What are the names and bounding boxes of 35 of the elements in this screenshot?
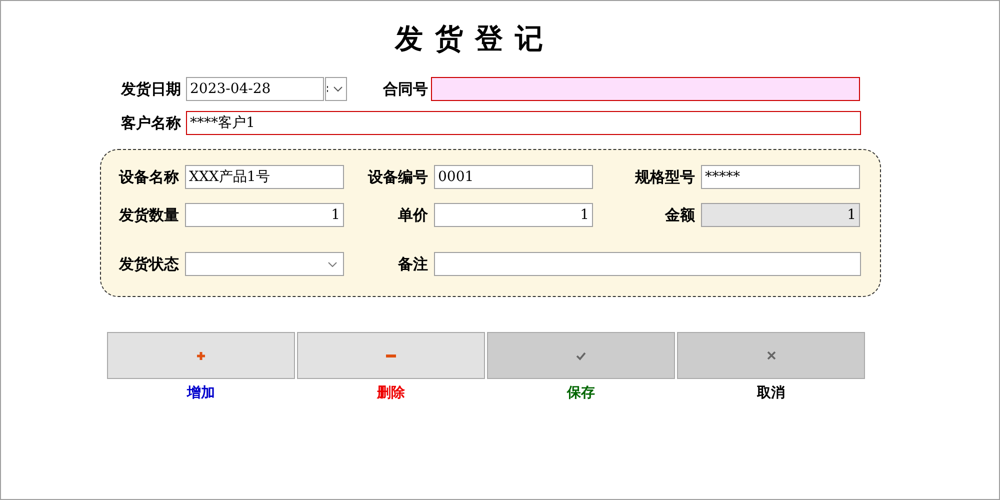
field-label: 备注 [396, 254, 428, 275]
input-field[interactable]: 0001 [434, 165, 593, 189]
field-label: 设备编号 [366, 166, 428, 188]
plus-icon [197, 350, 205, 360]
input-field[interactable]: XXX产品1号 [185, 165, 344, 189]
field-label: 发货日期 [120, 78, 181, 100]
input-field[interactable] [185, 252, 344, 276]
spin-dropdown-icon[interactable] [325, 77, 347, 101]
minus-icon [386, 352, 396, 358]
field-label: 客户名称 [120, 112, 181, 134]
field-label: 金额 [664, 204, 695, 226]
chevron-down-icon [328, 262, 337, 266]
form-title: 发货登记 [395, 21, 555, 57]
input-field[interactable] [434, 252, 861, 276]
field-label: 发货数量 [118, 204, 179, 226]
field-label: 设备名称 [118, 166, 179, 188]
input-field[interactable]: ****客户1 [186, 111, 861, 135]
checkmark-icon [576, 350, 586, 360]
field-label: 合同号 [382, 78, 428, 100]
field-label: 规格型号 [634, 166, 695, 188]
input-field[interactable]: 1 [701, 203, 860, 227]
button-caption: 保存 [567, 384, 595, 403]
button-caption: 取消 [757, 384, 785, 403]
toolbar-button[interactable] [297, 332, 485, 379]
button-caption: 增加 [187, 384, 215, 403]
input-field[interactable]: 1 [434, 203, 593, 227]
toolbar-button[interactable] [107, 332, 295, 379]
input-field[interactable]: 1 [185, 203, 344, 227]
input-field[interactable] [431, 77, 860, 101]
input-field[interactable]: 2023-04-28 [186, 77, 324, 101]
button-caption: 删除 [377, 384, 405, 403]
field-label: 发货状态 [118, 254, 179, 275]
input-field[interactable]: ***** [701, 165, 860, 189]
close-icon [766, 351, 776, 360]
field-label: 单价 [397, 204, 428, 226]
